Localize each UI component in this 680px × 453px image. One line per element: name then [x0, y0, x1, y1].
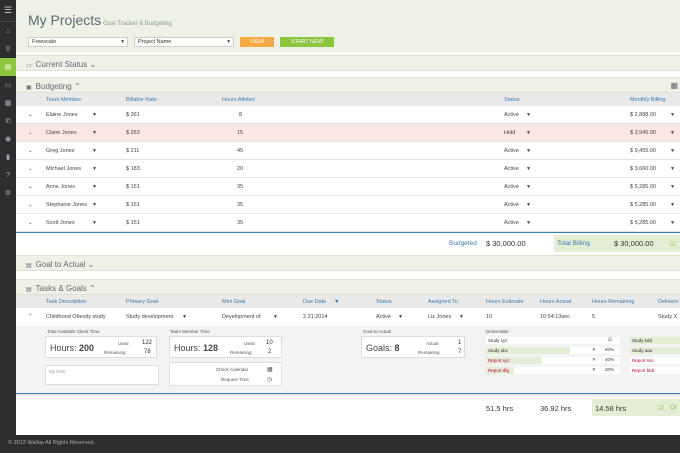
- goal-to-actual-header[interactable]: ▤ Goal to Actual ⌄: [16, 255, 680, 271]
- goal-panel: Goals: 8 Actual 1 Remaining 7: [361, 336, 465, 358]
- deliverable-item[interactable]: Study abc ✕ 60%: [486, 347, 620, 354]
- table-row[interactable]: ⌄ Michael Jones ▼ $ 183 20 Active ▼ $ 3,660.00 ▼: [16, 160, 680, 178]
- task-row[interactable]: ⌃ Childhood Obesity study Study developm…: [16, 308, 680, 326]
- page-subtitle: Goal Tracker & Budgeting: [103, 21, 172, 27]
- chevron-up-icon[interactable]: ⌃: [28, 314, 33, 320]
- close-icon[interactable]: ✕: [592, 367, 596, 373]
- budgeted-label: Budgeted: [449, 240, 477, 247]
- budget-icon: ▣: [26, 85, 32, 91]
- chevron-up-icon: ⌃: [73, 82, 81, 91]
- start-new-button[interactable]: START NEW: [280, 37, 334, 47]
- col-team-member[interactable]: Team Member: [46, 97, 81, 103]
- calendar-icon[interactable]: ▦: [267, 366, 273, 373]
- total-actual: 36.92 hrs: [540, 404, 572, 413]
- page-header: My Projects Goal Tracker & Budgeting Free…: [16, 0, 680, 52]
- calendar-icon[interactable]: ▦: [670, 81, 678, 90]
- grid-icon[interactable]: ▦: [0, 94, 16, 112]
- col-billable-rate[interactable]: Billable Rate: [126, 97, 157, 103]
- chevron-icon[interactable]: ⌄: [28, 148, 33, 154]
- tasks-totals: 51.5 hrs 36.92 hrs 14.58 hrs ☑ Or: [16, 394, 680, 416]
- budgeting-header[interactable]: ▣ Budgeting ⌃ ▦: [16, 77, 680, 93]
- budget-totals: Budgeted $ 30,000.00 Total Billing $ 30,…: [16, 232, 680, 252]
- tasks-icon: ▤: [26, 287, 32, 293]
- chevron-up-icon: ⌃: [89, 284, 96, 293]
- menu-icon[interactable]: ☰: [0, 0, 16, 22]
- sidebar: ☰ ⌂ ⚲ ▤ ▭ ▦ ✆ ◉ ▮ ? ⚙: [0, 0, 16, 435]
- table-row[interactable]: ⌄ Greg Jones ▼ $ 211 45 Active ▼ $ 9,455.00 ▼: [16, 142, 680, 160]
- gears-icon[interactable]: ⚙: [0, 184, 16, 202]
- dropdown-icon: ▾: [121, 39, 124, 45]
- chevron-icon[interactable]: ⌄: [28, 184, 33, 190]
- search-icon[interactable]: ⚲: [0, 40, 16, 58]
- home-icon[interactable]: ⌂: [0, 22, 16, 40]
- phone-icon[interactable]: ✆: [0, 112, 16, 130]
- deliverable-item[interactable]: Study kdd: [630, 337, 680, 344]
- page-title: My Projects Goal Tracker & Budgeting: [28, 12, 172, 28]
- edit-icon[interactable]: ☑: [608, 337, 612, 343]
- team-time-panel: Hours: 128 Used 10 Remaining 2: [169, 336, 282, 358]
- card-icon[interactable]: ▭: [0, 76, 16, 94]
- deliverable-item[interactable]: Report bbb: [630, 367, 680, 374]
- close-icon[interactable]: ✕: [592, 347, 596, 353]
- client-time-panel: Hours: 200 Used 122 Remaining 78: [45, 336, 157, 358]
- chevron-icon[interactable]: ⌄: [28, 112, 33, 118]
- company-select[interactable]: Freescale ▾: [28, 37, 128, 47]
- chevron-icon[interactable]: ⌄: [28, 202, 33, 208]
- globe-icon[interactable]: ◉: [0, 130, 16, 148]
- chevron-icon[interactable]: ⌄: [28, 166, 33, 172]
- footer: © 2013 Wallop All Rights Reserved.: [0, 435, 680, 453]
- col-monthly-billing[interactable]: Monthly Billing: [630, 97, 665, 103]
- status-icon: ▭: [26, 63, 32, 69]
- budget-table-body: ⌄ Elaine Jones ▼ $ 361 8 Active ▼ $ 2,888.00 ▼ ⌄…: [16, 106, 680, 232]
- total-billing-label: Total Billing: [557, 240, 590, 247]
- note-input[interactable]: My Note: [45, 365, 159, 385]
- check-icon[interactable]: ☑: [670, 240, 676, 248]
- task-details: Total Available Client Time Hours: 200 U…: [16, 326, 680, 394]
- chevron-down-icon: ⌄: [87, 260, 95, 269]
- close-icon[interactable]: ✕: [592, 357, 596, 363]
- sort-desc-icon[interactable]: ▼: [334, 299, 339, 305]
- projects-icon[interactable]: ▤: [0, 58, 16, 76]
- tasks-goals-header[interactable]: ▤ Tasks & Goals ⌃: [16, 279, 680, 295]
- total-remaining: 14.58 hrs: [595, 404, 627, 413]
- deliverable-item[interactable]: Report xyz ✕ 40%: [486, 357, 620, 364]
- check-icon[interactable]: ☑: [658, 404, 664, 412]
- calendar-panel: Check Calendar ▦ Request Time ◷: [169, 362, 282, 386]
- dropdown-icon: ▾: [227, 39, 230, 45]
- goal-icon: ▤: [26, 263, 32, 269]
- tasks-table-header: Task Description Primary Goal Mini Goal …: [16, 295, 680, 308]
- chevron-icon[interactable]: ⌄: [28, 220, 33, 226]
- table-row[interactable]: ⌄ Scott Jones ▼ $ 151 35 Active ▼ $ 5,285.00 ▼: [16, 214, 680, 232]
- current-status-header[interactable]: ▭ Current Status ⌄: [16, 55, 680, 71]
- deliverable-item[interactable]: Report dfg ✕ 20%: [486, 367, 620, 374]
- table-row[interactable]: ⌄ Claire Jones ▼ $ 263 15 Hold ▼ $ 3,945.00 ▼: [16, 124, 680, 142]
- table-row[interactable]: ⌄ Anne Jones ▼ $ 151 35 Active ▼ $ 5,285.00 ▼: [16, 178, 680, 196]
- help-icon[interactable]: ?: [0, 166, 16, 184]
- col-status[interactable]: Status: [504, 97, 520, 103]
- budgeted-value: $ 30,000.00: [486, 239, 526, 248]
- chevron-icon[interactable]: ⌄: [28, 130, 33, 136]
- clock-icon[interactable]: ◷: [267, 376, 272, 383]
- deliverable-item[interactable]: Study xyz ☑: [486, 337, 620, 344]
- bookmark-icon[interactable]: ▮: [0, 148, 16, 166]
- total-estimate: 51.5 hrs: [486, 404, 514, 413]
- filter-bar: Freescale ▾ Project Name ▾ VIEW START NEW: [28, 37, 334, 47]
- deliverable-item[interactable]: Study aaa: [630, 347, 680, 354]
- table-row[interactable]: ⌄ Stephanie Jones ▼ $ 151 35 Active ▼ $ 5,285.0…: [16, 196, 680, 214]
- main-content: My Projects Goal Tracker & Budgeting Free…: [16, 0, 680, 435]
- chevron-down-icon: ⌄: [89, 60, 97, 69]
- budget-table-header: Team Member Billable Rate Hours Alloted …: [16, 93, 680, 106]
- total-billing-value: $ 30,000.00: [614, 239, 654, 248]
- deliverable-item[interactable]: Report sss: [630, 357, 680, 364]
- project-select[interactable]: Project Name ▾: [134, 37, 234, 47]
- view-button[interactable]: VIEW: [240, 37, 274, 47]
- col-hours[interactable]: Hours Alloted: [222, 97, 255, 103]
- table-row[interactable]: ⌄ Elaine Jones ▼ $ 361 8 Active ▼ $ 2,888.00 ▼: [16, 106, 680, 124]
